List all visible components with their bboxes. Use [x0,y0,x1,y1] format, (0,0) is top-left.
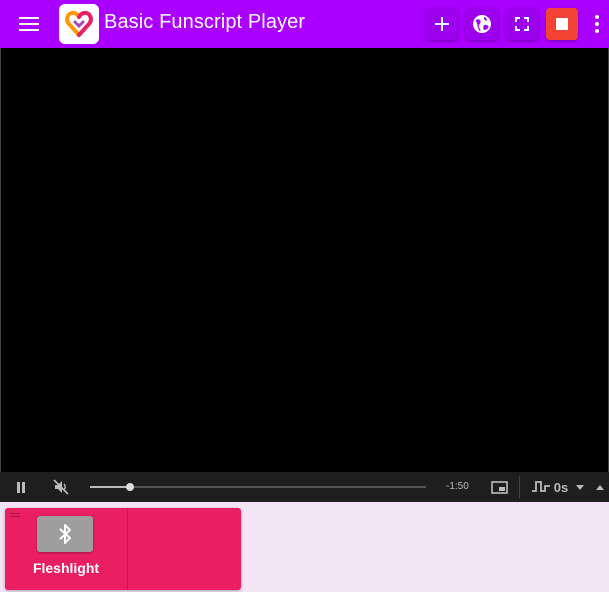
plus-icon [435,17,449,31]
heart-logo-icon [65,10,93,37]
menu-icon [19,17,39,31]
expand-controls-button[interactable] [593,472,607,502]
device-name: Fleshlight [32,560,100,576]
bluetooth-icon [59,524,71,544]
app-title: Basic Funscript Player [104,11,306,33]
card-divider [127,508,128,590]
more-vertical-icon[interactable] [590,10,604,38]
device-panel: Fleshlight [0,502,609,592]
video-area[interactable] [0,48,609,502]
fullscreen-button[interactable] [506,8,538,40]
stop-button[interactable] [546,8,578,40]
pause-button[interactable] [10,472,32,502]
picture-in-picture-button[interactable] [488,472,510,502]
offset-control[interactable]: 0s [526,472,574,502]
drag-handle-icon[interactable] [10,513,20,519]
mute-button[interactable] [50,472,72,502]
seek-bar[interactable] [90,483,426,491]
seek-progress [90,486,131,488]
bluetooth-connect-button[interactable] [37,516,93,552]
caret-down-icon [576,484,584,490]
app-logo [59,4,99,44]
controls-divider [519,476,520,498]
caret-up-icon [596,484,604,490]
fullscreen-icon [515,17,529,31]
offset-value: 0s [553,479,569,495]
pause-icon [17,481,25,493]
device-card: Fleshlight [5,508,241,590]
seek-handle[interactable] [126,483,135,491]
player-controls: -1:50 0s [0,472,609,502]
app-bar: Basic Funscript Player [0,0,609,48]
web-button[interactable] [466,8,498,40]
stop-icon [556,18,568,30]
time-remaining: -1:50 [446,481,469,492]
offset-dropdown[interactable] [573,472,587,502]
picture-in-picture-icon [490,480,508,494]
menu-button[interactable] [14,10,44,38]
add-button[interactable] [426,8,458,40]
globe-icon [473,15,491,33]
waveform-icon [531,481,550,492]
volume-muted-icon [53,479,69,495]
